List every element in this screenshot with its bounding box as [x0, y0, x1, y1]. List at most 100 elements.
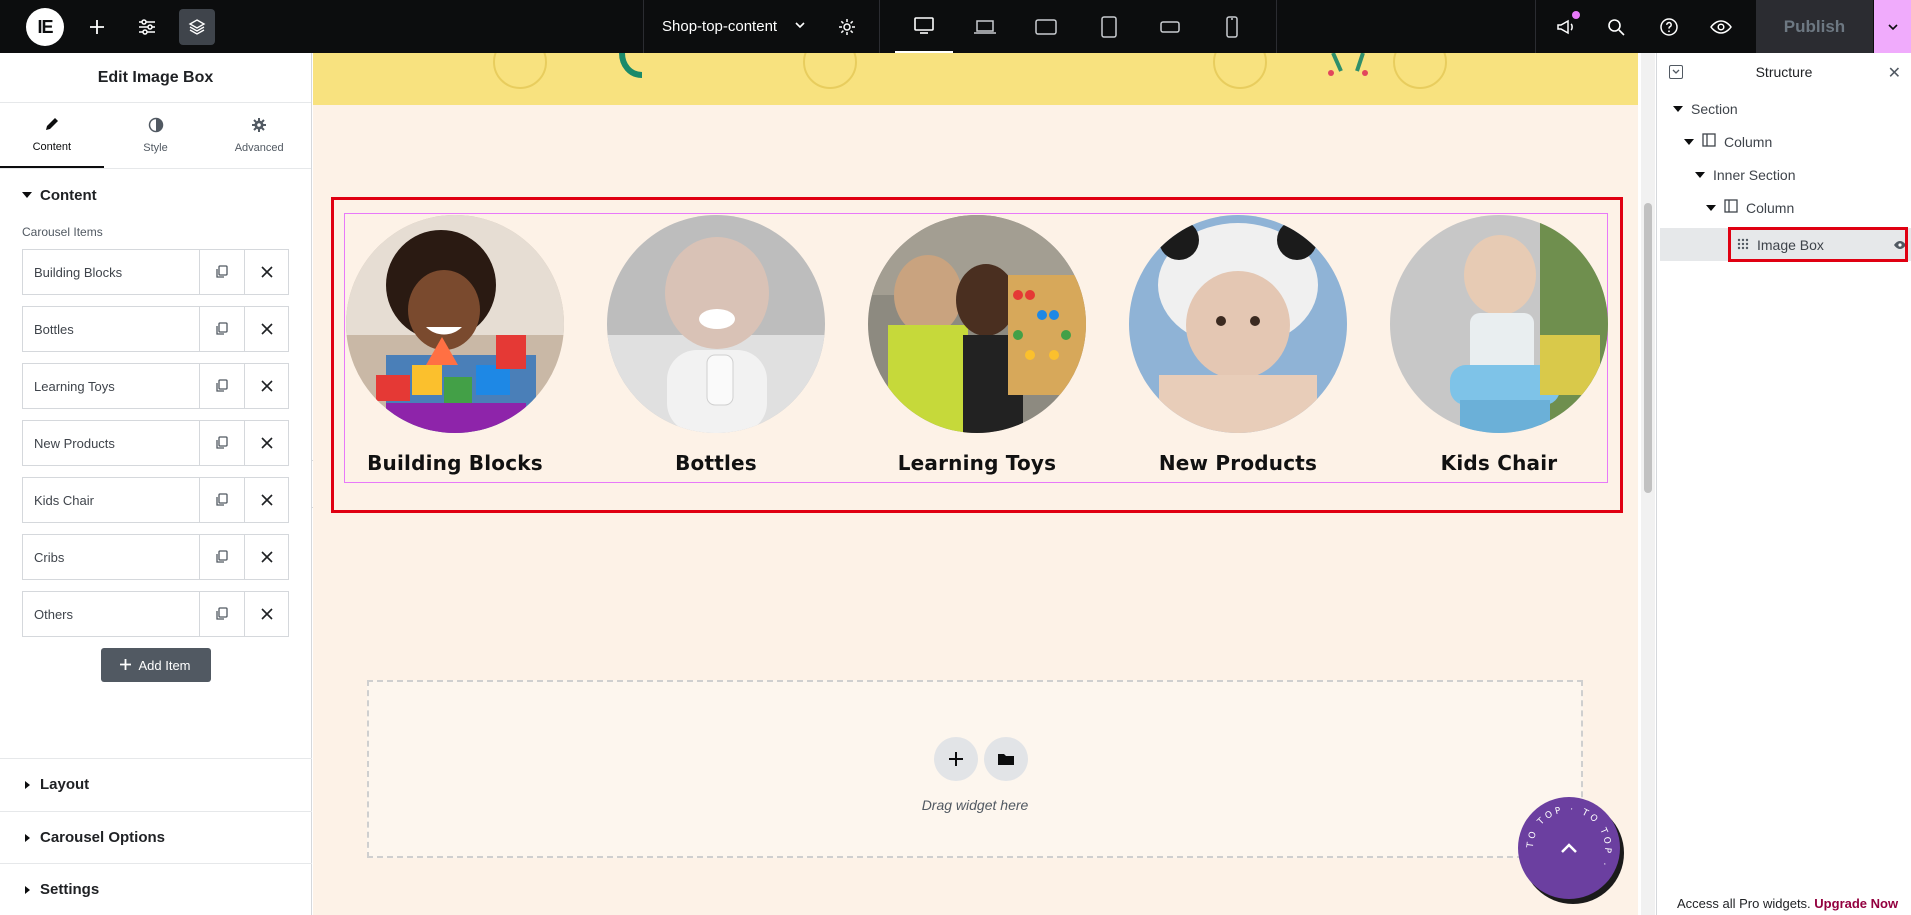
remove-close-icon[interactable]	[244, 421, 288, 465]
section-title: Layout	[40, 776, 90, 793]
page-settings-gear-icon[interactable]	[832, 0, 862, 53]
remove-close-icon[interactable]	[244, 535, 288, 579]
repeater-item[interactable]: Others	[22, 591, 289, 637]
navigator-node-column[interactable]: Column	[1684, 125, 1772, 158]
repeater-item-title[interactable]: Cribs	[23, 535, 200, 579]
header-banner	[313, 53, 1638, 105]
repeater-item[interactable]: Kids Chair	[22, 477, 289, 523]
remove-close-icon[interactable]	[244, 478, 288, 522]
repeater-item[interactable]: New Products	[22, 420, 289, 466]
repeater-item[interactable]: Bottles	[22, 306, 289, 352]
close-icon[interactable]: ✕	[1888, 63, 1901, 83]
caret-down-icon[interactable]	[1706, 204, 1716, 211]
carousel-slide[interactable]: Building Blocks	[346, 215, 564, 475]
add-element-icon[interactable]	[82, 0, 112, 53]
notification-dot	[1572, 11, 1580, 19]
elementor-logo[interactable]: IE	[26, 8, 64, 46]
tab-label: Style	[143, 142, 168, 154]
repeater-item-title[interactable]: Learning Toys	[23, 364, 200, 408]
duplicate-icon[interactable]	[200, 421, 244, 465]
mobile-portrait-icon[interactable]	[1203, 0, 1261, 53]
scrollbar-thumb[interactable]	[1644, 203, 1652, 493]
carousel-slide[interactable]: New Products	[1129, 215, 1347, 475]
slide-title: New Products	[1158, 451, 1318, 475]
repeater-item-title[interactable]: Others	[23, 592, 200, 636]
navigator-node-inner-section[interactable]: Inner Section	[1695, 158, 1796, 191]
layout-section-header[interactable]: Layout	[0, 758, 312, 810]
carousel-slide[interactable]: Bottles	[607, 215, 825, 475]
tab-advanced[interactable]: Advanced	[207, 103, 311, 168]
add-new-section-plus-icon[interactable]	[934, 737, 978, 781]
plus-icon	[120, 658, 132, 673]
desktop-icon[interactable]	[895, 0, 953, 53]
tablet-landscape-icon[interactable]	[1017, 0, 1075, 53]
laptop-icon[interactable]	[956, 0, 1014, 53]
carousel-slide[interactable]: Learning Toys	[868, 215, 1086, 475]
add-template-folder-icon[interactable]	[984, 737, 1028, 781]
empty-section-drop-zone[interactable]: Drag widget here	[367, 680, 1583, 858]
structure-layers-button[interactable]	[179, 9, 215, 45]
structure-header: Structure ✕	[1657, 53, 1911, 91]
tab-style[interactable]: Style	[104, 103, 208, 168]
duplicate-icon[interactable]	[200, 592, 244, 636]
chevron-down-icon[interactable]	[793, 18, 807, 37]
repeater-item-title[interactable]: Building Blocks	[23, 250, 200, 294]
repeater-item[interactable]: Cribs	[22, 534, 289, 580]
preview-canvas: Building Blocks Bottles Learning Toys Ne…	[313, 53, 1638, 915]
repeater-item-title[interactable]: New Products	[23, 421, 200, 465]
collapse-all-icon[interactable]	[1669, 65, 1683, 79]
repeater-item-title[interactable]: Kids Chair	[23, 478, 200, 522]
chevron-up-icon	[1561, 843, 1577, 853]
site-settings-icon[interactable]	[132, 0, 162, 53]
repeater-item-title[interactable]: Bottles	[23, 307, 200, 351]
tablet-portrait-icon[interactable]	[1080, 0, 1138, 53]
add-item-button[interactable]: Add Item	[100, 648, 211, 682]
search-icon[interactable]	[1602, 0, 1630, 53]
section-title: Content	[40, 186, 97, 204]
carousel-items-repeater: Building Blocks Bottles Learning Toys Ne…	[0, 249, 311, 637]
tab-content[interactable]: Content	[0, 103, 104, 168]
half-circle-icon	[148, 117, 164, 136]
help-icon[interactable]	[1655, 0, 1683, 53]
navigator-node-inner-column[interactable]: Column	[1706, 191, 1794, 224]
remove-close-icon[interactable]	[244, 364, 288, 408]
mobile-landscape-icon[interactable]	[1141, 0, 1199, 53]
caret-down-icon[interactable]	[1695, 171, 1705, 178]
banner-toy-graphic	[1328, 53, 1368, 76]
remove-close-icon[interactable]	[244, 250, 288, 294]
repeater-item[interactable]: Learning Toys	[22, 363, 289, 409]
settings-section-header[interactable]: Settings	[0, 863, 312, 915]
remove-close-icon[interactable]	[244, 307, 288, 351]
remove-close-icon[interactable]	[244, 592, 288, 636]
publish-options-chevron-icon[interactable]	[1874, 0, 1911, 53]
caret-down-icon[interactable]	[1684, 138, 1694, 145]
carousel-items-label: Carousel Items	[22, 225, 103, 239]
back-to-top-button[interactable]: TO TOP · TO TOP ·	[1518, 797, 1620, 899]
repeater-item[interactable]: Building Blocks	[22, 249, 289, 295]
publish-button[interactable]: Publish	[1756, 0, 1873, 53]
duplicate-icon[interactable]	[200, 250, 244, 294]
navigator-node-section[interactable]: Section	[1673, 92, 1738, 125]
topbar-divider	[1535, 0, 1536, 53]
carousel-options-section-header[interactable]: Carousel Options	[0, 811, 312, 863]
selected-node-outline	[1728, 227, 1908, 262]
preview-eye-icon[interactable]	[1707, 0, 1735, 53]
duplicate-icon[interactable]	[200, 535, 244, 579]
pencil-icon	[44, 116, 60, 135]
caret-down-icon[interactable]	[1673, 105, 1683, 112]
canvas-scrollbar[interactable]	[1641, 53, 1655, 915]
whats-new-megaphone-icon[interactable]	[1552, 0, 1580, 53]
upgrade-now-link[interactable]: Upgrade Now	[1814, 896, 1898, 911]
caret-right-icon	[25, 780, 30, 789]
node-label: Column	[1724, 133, 1773, 150]
topbar-divider	[879, 0, 880, 53]
slide-title: Building Blocks	[367, 451, 543, 475]
duplicate-icon[interactable]	[200, 307, 244, 351]
carousel-slide[interactable]: Kids Chair	[1390, 215, 1608, 475]
node-label: Inner Section	[1713, 166, 1796, 183]
document-title[interactable]: Shop-top-content	[662, 0, 777, 53]
duplicate-icon[interactable]	[200, 478, 244, 522]
duplicate-icon[interactable]	[200, 364, 244, 408]
tab-label: Content	[32, 141, 72, 153]
content-section-header[interactable]: Content	[0, 169, 311, 221]
